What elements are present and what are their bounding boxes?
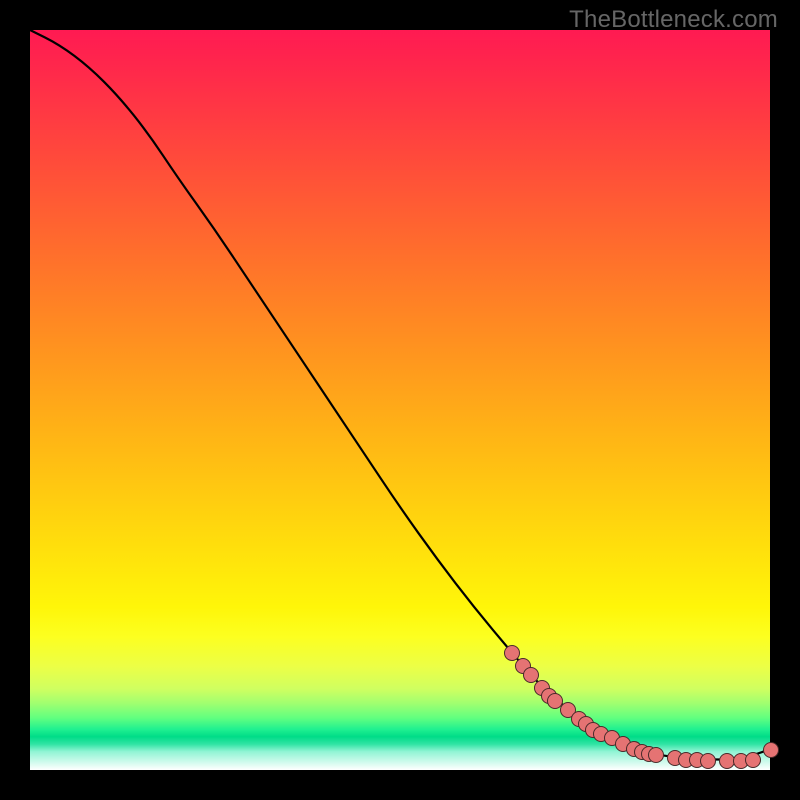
chart-frame: TheBottleneck.com (0, 0, 800, 800)
gradient-background (30, 30, 770, 770)
highlight-dot (504, 645, 520, 661)
plot-outer (30, 30, 770, 770)
watermark-text: TheBottleneck.com (569, 6, 778, 34)
highlight-dot (719, 753, 735, 769)
highlight-dot (523, 667, 539, 683)
highlight-dot (700, 753, 716, 769)
highlight-dot (745, 752, 761, 768)
highlight-dot (763, 742, 779, 758)
